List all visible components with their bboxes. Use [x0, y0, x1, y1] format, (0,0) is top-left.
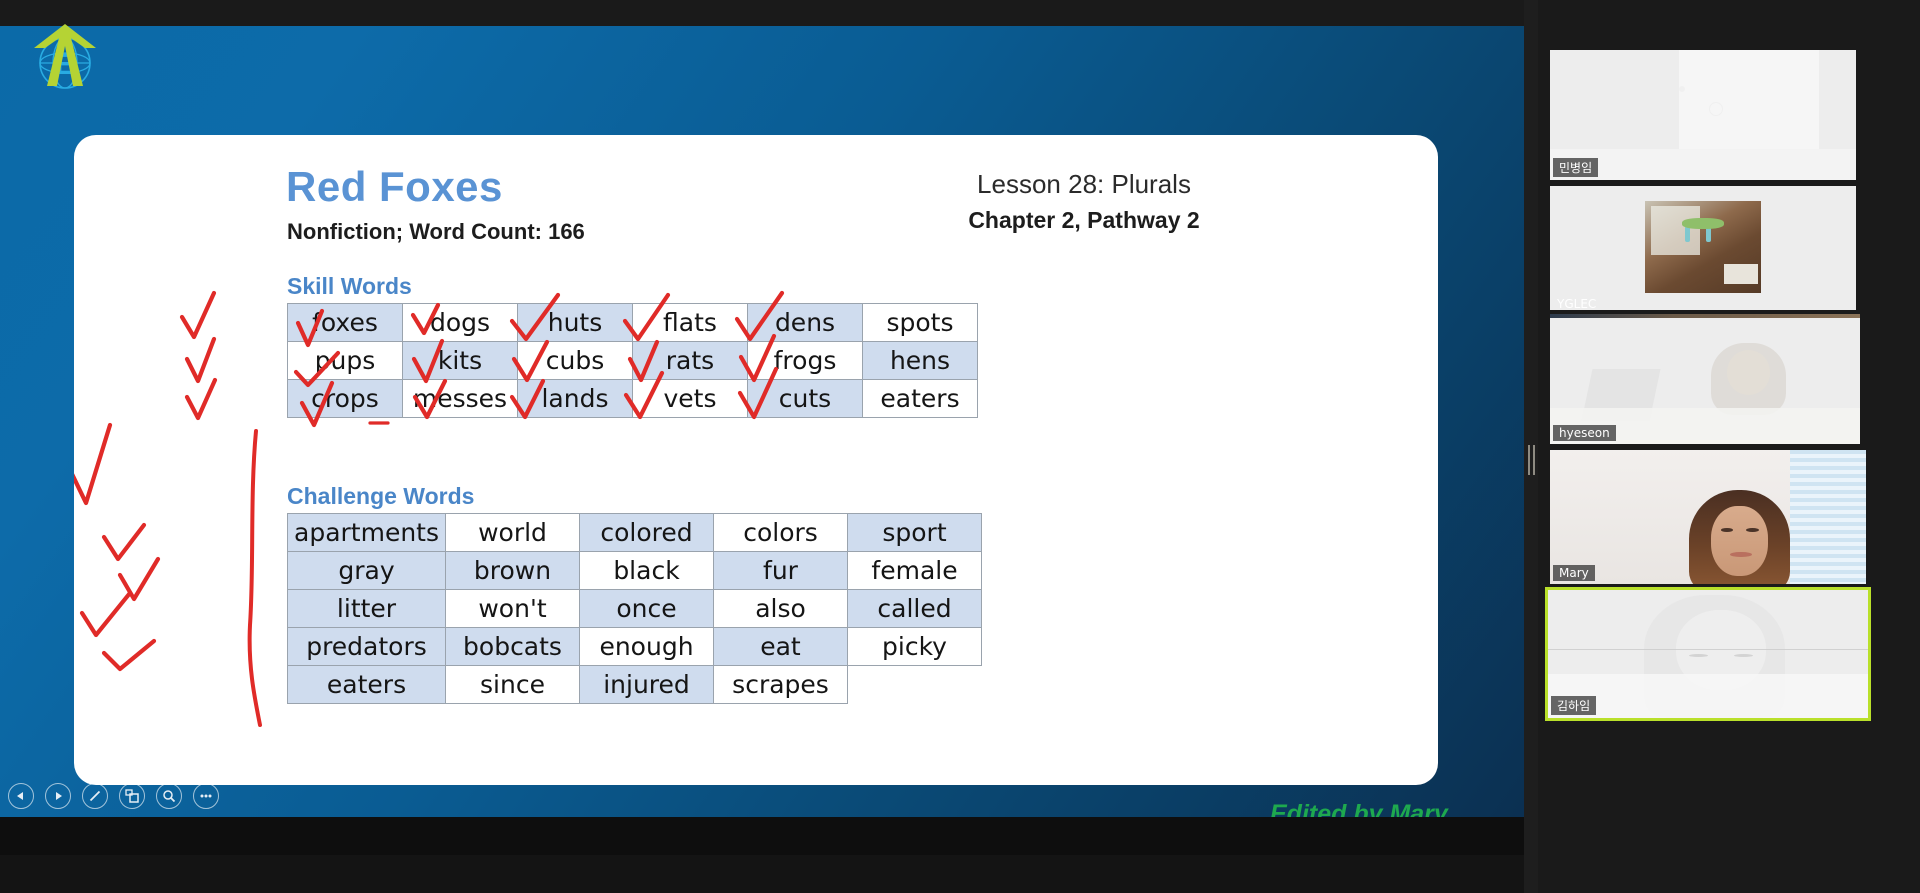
table-row: gray brown black fur female [287, 551, 982, 590]
more-options-button[interactable] [193, 783, 219, 809]
share-top-letterbox [0, 0, 1524, 26]
participant-name: YGLEC [1557, 297, 1597, 311]
word-cell: bobcats [445, 627, 580, 666]
participant-name: 김하임 [1551, 696, 1597, 715]
table-row: apartments world colored colors sport [287, 513, 982, 552]
pen-icon [89, 790, 101, 802]
slide-content-card: Red Foxes Nonfiction; Word Count: 166 Le… [74, 135, 1438, 785]
skill-words-table: foxes dogs huts flats dens spots pups kits cubs r… [287, 303, 978, 418]
word-cell: hens [862, 341, 978, 380]
word-cell: pups [287, 341, 403, 380]
word-cell: also [713, 589, 848, 628]
slide-title: Red Foxes [286, 163, 503, 210]
annotate-button[interactable] [82, 783, 108, 809]
share-bottom-letterbox [0, 817, 1524, 855]
word-cell: scrapes [713, 665, 848, 704]
ellipsis-icon [200, 794, 212, 798]
word-cell: foxes [287, 303, 403, 342]
shared-screen-region: E Red Foxes Nonfiction; Word Count: 166 … [0, 0, 1524, 855]
participant-tile-active[interactable]: 김하임 [1545, 587, 1871, 721]
word-cell: cubs [517, 341, 633, 380]
word-cell: apartments [287, 513, 446, 552]
word-cell: picky [847, 627, 982, 666]
chapter-label: Chapter 2, Pathway 2 [968, 207, 1200, 233]
participant-tile[interactable]: YGLEC [1550, 186, 1856, 311]
slide-toolbar[interactable] [8, 783, 219, 809]
word-cell: enough [579, 627, 714, 666]
word-cell: once [579, 589, 714, 628]
skill-words-heading: Skill Words [287, 273, 412, 299]
word-cell: won't [445, 589, 580, 628]
magnifier-icon [163, 790, 176, 803]
table-row: litter won't once also called [287, 589, 982, 628]
word-cell: sport [847, 513, 982, 552]
word-cell: vets [632, 379, 748, 418]
word-cell: colored [579, 513, 714, 552]
participant-video [1550, 450, 1866, 584]
word-cell: spots [862, 303, 978, 342]
table-row: foxes dogs huts flats dens spots [287, 303, 978, 342]
word-cell: world [445, 513, 580, 552]
slide-subtitle: Nonfiction; Word Count: 166 [287, 219, 585, 244]
word-cell: eaters [862, 379, 978, 418]
table-row: crops messes lands vets cuts eaters [287, 379, 978, 418]
participant-name: hyeseon [1553, 425, 1616, 441]
layout-button[interactable] [119, 783, 145, 809]
word-cell: black [579, 551, 714, 590]
word-cell: eat [713, 627, 848, 666]
triangle-right-icon [56, 792, 62, 800]
panel-divider-grip[interactable] [1528, 445, 1535, 475]
word-cell: brown [445, 551, 580, 590]
previous-slide-button[interactable] [8, 783, 34, 809]
word-cell: called [847, 589, 982, 628]
participant-video [1550, 186, 1856, 310]
participant-name: 민병임 [1553, 158, 1599, 177]
word-cell: crops [287, 379, 403, 418]
triangle-left-icon [17, 792, 23, 800]
word-cell: gray [287, 551, 446, 590]
word-cell: lands [517, 379, 633, 418]
word-cell: injured [579, 665, 714, 704]
table-row: eaters since injured scrapes [287, 665, 982, 704]
participant-tile[interactable]: Mary [1550, 450, 1866, 584]
zoom-button[interactable] [156, 783, 182, 809]
table-row: predators bobcats enough eat picky [287, 627, 982, 666]
word-cell: cuts [747, 379, 863, 418]
word-cell: kits [402, 341, 518, 380]
word-cell: female [847, 551, 982, 590]
word-cell: frogs [747, 341, 863, 380]
challenge-words-heading: Challenge Words [287, 483, 475, 509]
word-cell: since [445, 665, 580, 704]
challenge-words-table: apartments world colored colors sport gray bro… [287, 513, 982, 704]
next-slide-button[interactable] [45, 783, 71, 809]
word-cell: fur [713, 551, 848, 590]
layout-icon [125, 789, 139, 803]
participant-tile[interactable]: hyeseon [1550, 314, 1860, 444]
meeting-screen-share-window: E Red Foxes Nonfiction; Word Count: 166 … [0, 0, 1920, 893]
lesson-label: Lesson 28: Plurals [977, 169, 1191, 199]
eye-level-globe-arrow-logo: E [34, 24, 96, 89]
word-cell: dogs [402, 303, 518, 342]
participant-name: Mary [1553, 565, 1595, 581]
word-cell: rats [632, 341, 748, 380]
participant-filmstrip: 민병임 YGLEC hyeseon Mary 김하임 [1538, 0, 1920, 893]
word-cell: colors [713, 513, 848, 552]
word-cell: dens [747, 303, 863, 342]
table-row: pups kits cubs rats frogs hens [287, 341, 978, 380]
word-cell: flats [632, 303, 748, 342]
word-cell: litter [287, 589, 446, 628]
word-cell: eaters [287, 665, 446, 704]
participant-tile[interactable]: 민병임 [1550, 50, 1856, 180]
word-cell: huts [517, 303, 633, 342]
word-cell: predators [287, 627, 446, 666]
word-cell [848, 666, 982, 704]
word-cell: messes [402, 379, 518, 418]
